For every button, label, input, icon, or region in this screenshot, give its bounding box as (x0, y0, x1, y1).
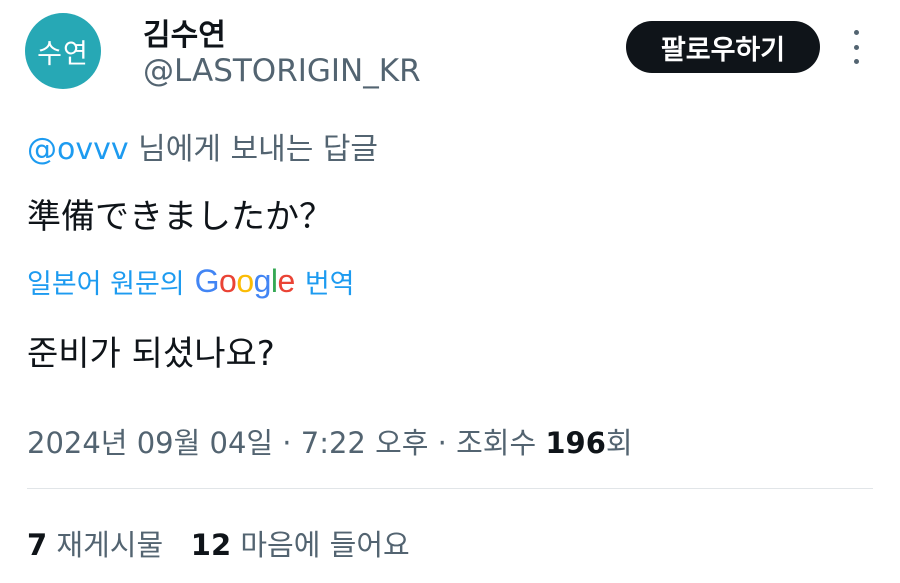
avatar[interactable]: 수연 (25, 13, 101, 89)
translation-suffix: 번역 (304, 269, 355, 300)
retweets-label: 재게시물 (56, 528, 164, 562)
google-logo: Google (194, 263, 296, 299)
user-handle[interactable]: @LASTORIGIN_KR (143, 53, 421, 89)
likes-link[interactable]: 12 마음에 들어요 (191, 528, 410, 562)
divider (27, 488, 873, 489)
tweet-text: 準備できましたか？ (27, 197, 333, 237)
tweet-stats: 7 재게시물 12 마음에 들어요 (27, 522, 410, 564)
more-vertical-icon[interactable] (846, 30, 866, 64)
views-count: 196 (545, 426, 606, 460)
follow-button[interactable]: 팔로우하기 (626, 21, 820, 73)
avatar-text: 수연 (37, 38, 89, 70)
reply-context: @ovvv 님에게 보내는 답글 (27, 124, 378, 168)
mention-link[interactable]: @ovvv (27, 132, 129, 167)
display-name[interactable]: 김수연 (143, 10, 226, 54)
reply-context-label: 님에게 보내는 답글 (128, 132, 379, 167)
tweet-date[interactable]: 2024년 09월 04일 (27, 426, 273, 460)
translation-prefix: 일본어 원문의 (27, 269, 185, 300)
likes-label: 마음에 들어요 (240, 528, 410, 562)
tweet-time[interactable]: 7:22 오후 (301, 426, 429, 460)
views-label: 조회수 (456, 426, 537, 460)
retweets-link[interactable]: 7 재게시물 (27, 528, 163, 562)
translated-text: 준비가 되셨나요? (27, 334, 275, 374)
likes-count: 12 (190, 528, 232, 562)
tweet-meta: 2024년 09월 04일 · 7:22 오후 · 조회수 196회 (27, 426, 633, 460)
retweets-count: 7 (27, 528, 48, 562)
translation-header: 일본어 원문의 Google 번역 (27, 262, 355, 301)
views-suffix: 회 (605, 426, 633, 460)
